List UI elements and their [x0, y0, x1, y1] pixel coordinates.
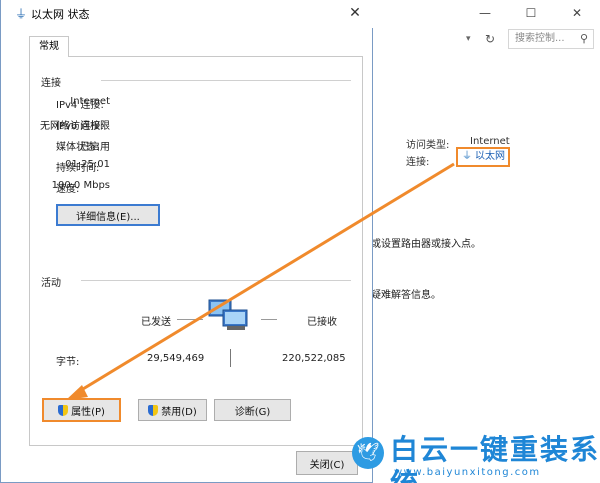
watermark-url: www.baiyunxitong.com: [394, 467, 541, 478]
tab-general[interactable]: 常规: [29, 36, 69, 57]
screen: — ☐ ✕ ▾ ↻ 搜索控制... ⚲ 文 访问类型: Internet 连接:…: [0, 0, 600, 483]
tutorial-arrow-line: [77, 162, 455, 394]
bird-logo-icon: 🕊: [352, 437, 384, 469]
tutorial-arrow-overlay: [66, 162, 455, 400]
brand-watermark: 🕊 白云一键重装系统 www.baiyunxitong.com: [350, 433, 600, 483]
